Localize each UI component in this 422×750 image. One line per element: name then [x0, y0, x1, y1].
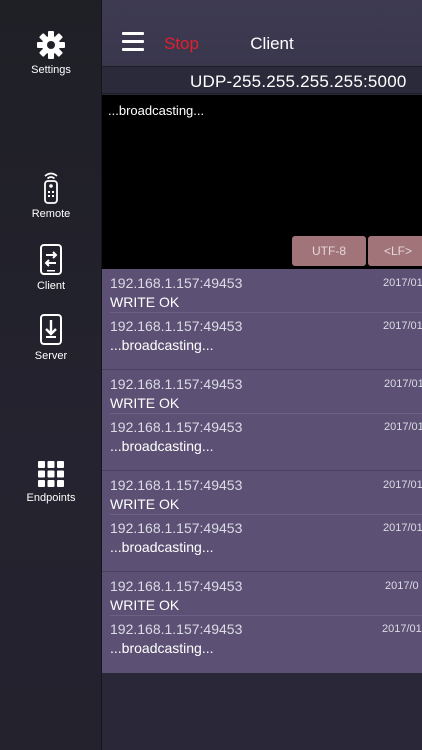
- log-entry[interactable]: 192.168.1.157:49453 2017/0 WRITE OK: [102, 572, 422, 614]
- log-group: 192.168.1.157:49453 2017/01 WRITE OK 192…: [102, 269, 422, 370]
- log-message: WRITE OK: [110, 496, 180, 512]
- sidebar-item-label: Remote: [31, 208, 71, 220]
- sidebar-item-server[interactable]: Server: [0, 314, 102, 362]
- sidebar: Settings Remote Client Server Endpoints: [0, 0, 102, 750]
- main-panel: Stop Client UDP-255.255.255.255:5000 ...…: [102, 0, 422, 750]
- client-icon: [40, 244, 62, 275]
- encoding-button[interactable]: UTF-8: [292, 236, 366, 266]
- log-group: 192.168.1.157:49453 2017/01 WRITE OK 192…: [102, 471, 422, 572]
- log-date: 2017/01: [383, 479, 422, 491]
- log-entry[interactable]: 192.168.1.157:49453 2017/01 ...broadcast…: [102, 616, 422, 672]
- sidebar-item-label: Settings: [31, 64, 71, 76]
- log-address: 192.168.1.157:49453: [110, 318, 243, 334]
- log-message: WRITE OK: [110, 597, 180, 613]
- remote-icon: [44, 172, 58, 204]
- sidebar-item-label: Client: [36, 280, 66, 292]
- log-entry[interactable]: 192.168.1.157:49453 2017/01 WRITE OK: [102, 471, 422, 513]
- console-text: ...broadcasting...: [108, 103, 205, 118]
- gear-icon: [37, 31, 65, 59]
- endpoint-bar: UDP-255.255.255.255:5000: [102, 66, 422, 94]
- log-address: 192.168.1.157:49453: [110, 520, 243, 536]
- log-entry[interactable]: 192.168.1.157:49453 2017/01 ...broadcast…: [102, 414, 422, 470]
- log-message: WRITE OK: [110, 395, 180, 411]
- log-address: 192.168.1.157:49453: [110, 477, 243, 493]
- sidebar-item-label: Server: [34, 350, 68, 362]
- log-address: 192.168.1.157:49453: [110, 275, 243, 291]
- empty-area: [102, 673, 422, 750]
- log-entry[interactable]: 192.168.1.157:49453 2017/01 ...broadcast…: [102, 515, 422, 571]
- endpoint-address: UDP-255.255.255.255:5000: [190, 72, 407, 91]
- log-address: 192.168.1.157:49453: [110, 376, 243, 392]
- log-date: 2017/01: [383, 522, 422, 534]
- log-address: 192.168.1.157:49453: [110, 621, 243, 637]
- log-group: 192.168.1.157:49453 2017/01 WRITE OK 192…: [102, 370, 422, 471]
- log-date: 2017/01: [382, 623, 422, 635]
- sidebar-item-endpoints[interactable]: Endpoints: [0, 460, 102, 504]
- nav-bar: Stop Client: [102, 0, 422, 66]
- log-group: 192.168.1.157:49453 2017/0 WRITE OK 192.…: [102, 572, 422, 673]
- log-message: ...broadcasting...: [110, 438, 214, 454]
- log-message: WRITE OK: [110, 294, 180, 310]
- log-entry[interactable]: 192.168.1.157:49453 2017/01 WRITE OK: [102, 370, 422, 412]
- log-date: 2017/01: [383, 277, 422, 289]
- log-date: 2017/01: [384, 378, 422, 390]
- line-ending-button[interactable]: <LF>: [368, 236, 422, 266]
- log-address: 192.168.1.157:49453: [110, 578, 243, 594]
- log-list[interactable]: 192.168.1.157:49453 2017/01 WRITE OK 192…: [102, 269, 422, 673]
- server-icon: [40, 314, 62, 345]
- log-date: 2017/0: [385, 580, 419, 592]
- sidebar-item-client[interactable]: Client: [0, 244, 102, 292]
- log-date: 2017/01: [383, 320, 422, 332]
- log-entry[interactable]: 192.168.1.157:49453 2017/01 ...broadcast…: [102, 313, 422, 369]
- log-address: 192.168.1.157:49453: [110, 419, 243, 435]
- sidebar-item-label: Endpoints: [26, 492, 76, 504]
- page-title: Client: [250, 34, 294, 53]
- log-message: ...broadcasting...: [110, 539, 214, 555]
- sidebar-item-remote[interactable]: Remote: [0, 172, 102, 220]
- log-message: ...broadcasting...: [110, 337, 214, 353]
- log-message: ...broadcasting...: [110, 640, 214, 656]
- sidebar-item-settings[interactable]: Settings: [0, 30, 102, 76]
- log-date: 2017/01: [384, 421, 422, 433]
- console-output[interactable]: ...broadcasting... UTF-8 <LF>: [102, 95, 422, 269]
- log-entry[interactable]: 192.168.1.157:49453 2017/01 WRITE OK: [102, 269, 422, 311]
- grid-icon: [38, 461, 64, 487]
